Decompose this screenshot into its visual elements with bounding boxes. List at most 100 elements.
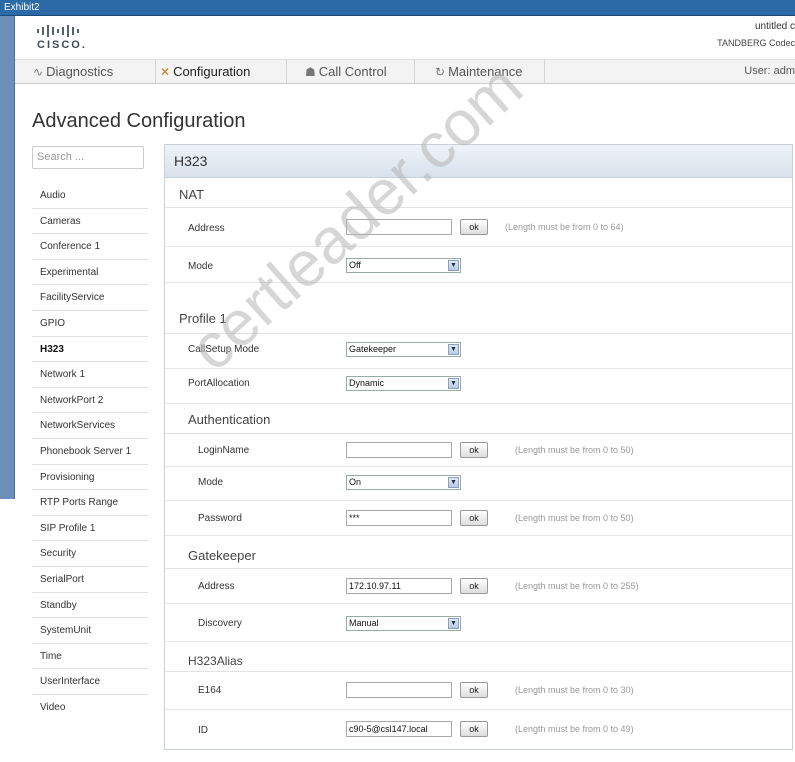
port-allocation-select[interactable]: Dynamic ▼ [346,376,461,391]
people-icon: ☗ [305,65,316,79]
gatekeeper-address-hint: (Length must be from 0 to 255) [515,581,639,591]
sidebar-item-audio[interactable]: Audio [32,183,148,209]
nav-configuration-label: Configuration [173,64,251,79]
chevron-down-icon: ▼ [448,378,459,389]
loginname-label: LoginName [198,445,250,456]
pulse-icon: ∿ [33,65,44,79]
gatekeeper-address-input[interactable]: 172.10.97.11 [346,578,452,594]
chevron-down-icon: ▼ [448,477,459,488]
e164-label: E164 [198,685,222,696]
nat-address-label: Address [188,223,225,234]
sidebar-item-security[interactable]: Security [32,541,148,567]
row-alias-id: ID c90-5@csl147.local ok (Length must be… [165,710,792,749]
alias-id-ok-button[interactable]: ok [460,721,488,737]
sidebar-item-networkport[interactable]: NetworkPort 2 [32,388,148,414]
nav-maintenance-label: Maintenance [448,64,523,79]
row-e164: E164 ok (Length must be from 0 to 30) [165,672,792,710]
row-nat-address: Address ok (Length must be from 0 to 64) [165,208,792,247]
search-input[interactable]: Search ... [32,146,144,169]
row-auth-mode: Mode On ▼ [165,467,792,501]
sidebar-item-experimental[interactable]: Experimental [32,260,148,286]
sidebar-item-facilityservice[interactable]: FacilityService [32,285,148,311]
discovery-select[interactable]: Manual ▼ [346,616,461,631]
left-blank [0,499,14,762]
sidebar-item-cameras[interactable]: Cameras [32,209,148,235]
loginname-ok-button[interactable]: ok [460,442,488,458]
sidebar-item-video[interactable]: Video [32,695,148,721]
row-loginname: LoginName ok (Length must be from 0 to 5… [165,434,792,467]
e164-hint: (Length must be from 0 to 30) [515,685,634,695]
section-nat: NAT [165,178,792,208]
nat-address-ok-button[interactable]: ok [460,219,488,235]
chevron-down-icon: ▼ [448,344,459,355]
password-label: Password [198,513,242,524]
sidebar-item-serialport[interactable]: SerialPort [32,567,148,593]
user-indicator: User: adm [744,65,795,77]
alias-id-hint: (Length must be from 0 to 49) [515,724,634,734]
section-gatekeeper: Gatekeeper [165,536,792,569]
section-title-nat: NAT [179,187,205,202]
alias-id-input[interactable]: c90-5@csl147.local [346,721,452,737]
callsetup-mode-label: CallSetup Mode [188,344,260,355]
cisco-wordmark: CISCO. [37,39,87,51]
nav-diagnostics[interactable]: ∿ Diagnostics [29,60,156,83]
product-name: TANDBERG Codec [717,38,795,48]
nat-mode-label: Mode [188,261,214,272]
chevron-down-icon: ▼ [448,618,459,629]
discovery-label: Discovery [198,618,242,629]
e164-ok-button[interactable]: ok [460,682,488,698]
sidebar-item-h323[interactable]: H323 [32,337,148,363]
section-title-gatekeeper: Gatekeeper [188,548,256,563]
gatekeeper-address-label: Address [198,581,235,592]
password-input[interactable]: *** [346,510,452,526]
sidebar-item-sip-profile[interactable]: SIP Profile 1 [32,516,148,542]
sidebar-item-standby[interactable]: Standby [32,593,148,619]
nav-configuration[interactable]: ✕ Configuration [156,60,287,83]
left-window-border [0,16,15,499]
e164-input[interactable] [346,682,452,698]
nat-mode-value: Off [349,260,361,270]
port-allocation-label: PortAllocation [188,378,250,389]
sidebar-item-rtp-ports-range[interactable]: RTP Ports Range [32,490,148,516]
nav-call-control[interactable]: ☗ Call Control [287,60,415,83]
callsetup-mode-select[interactable]: Gatekeeper ▼ [346,342,461,357]
sidebar: Audio Cameras Conference 1 Experimental … [32,183,148,720]
sidebar-item-systemunit[interactable]: SystemUnit [32,618,148,644]
nat-address-hint: (Length must be from 0 to 64) [505,222,624,232]
section-authentication: Authentication [165,404,792,434]
row-callsetup-mode: CallSetup Mode Gatekeeper ▼ [165,334,792,369]
nav-maintenance[interactable]: ↻ Maintenance [415,60,545,83]
loginname-input[interactable] [346,442,452,458]
section-profile: Profile 1 [165,283,792,334]
sidebar-item-conference[interactable]: Conference 1 [32,234,148,260]
cisco-logo: CISCO. [37,25,97,53]
cisco-bars-icon [37,25,97,37]
nat-mode-select[interactable]: Off ▼ [346,258,461,273]
sidebar-item-gpio[interactable]: GPIO [32,311,148,337]
auth-mode-label: Mode [198,477,224,488]
row-port-allocation: PortAllocation Dynamic ▼ [165,369,792,404]
sidebar-item-phonebook-server[interactable]: Phonebook Server 1 [32,439,148,465]
section-title-h323alias: H323Alias [188,654,243,668]
app-header: CISCO. untitled c TANDBERG Codec [15,16,795,59]
gatekeeper-address-ok-button[interactable]: ok [460,578,488,594]
page-title: Advanced Configuration [32,110,246,132]
nav-call-control-label: Call Control [318,64,387,79]
section-h323alias: H323Alias [165,642,792,672]
sidebar-item-userinterface[interactable]: UserInterface [32,669,148,695]
wrench-screwdriver-icon: ✕ [160,65,171,79]
sidebar-item-time[interactable]: Time [32,644,148,670]
auth-mode-value: On [349,477,362,487]
window-title: Exhibit2 [4,2,40,13]
system-name: untitled c [754,21,795,32]
sidebar-item-provisioning[interactable]: Provisioning [32,465,148,491]
nat-address-input[interactable] [346,219,452,235]
alias-id-label: ID [198,725,208,736]
sidebar-item-networkservices[interactable]: NetworkServices [32,413,148,439]
auth-mode-select[interactable]: On ▼ [346,475,461,490]
port-allocation-value: Dynamic [349,378,385,388]
sidebar-item-network[interactable]: Network 1 [32,362,148,388]
main-nav: ∿ Diagnostics ✕ Configuration ☗ Call Contro… [15,59,795,84]
password-ok-button[interactable]: ok [460,510,488,526]
row-gatekeeper-address: Address 172.10.97.11 ok (Length must be … [165,569,792,604]
